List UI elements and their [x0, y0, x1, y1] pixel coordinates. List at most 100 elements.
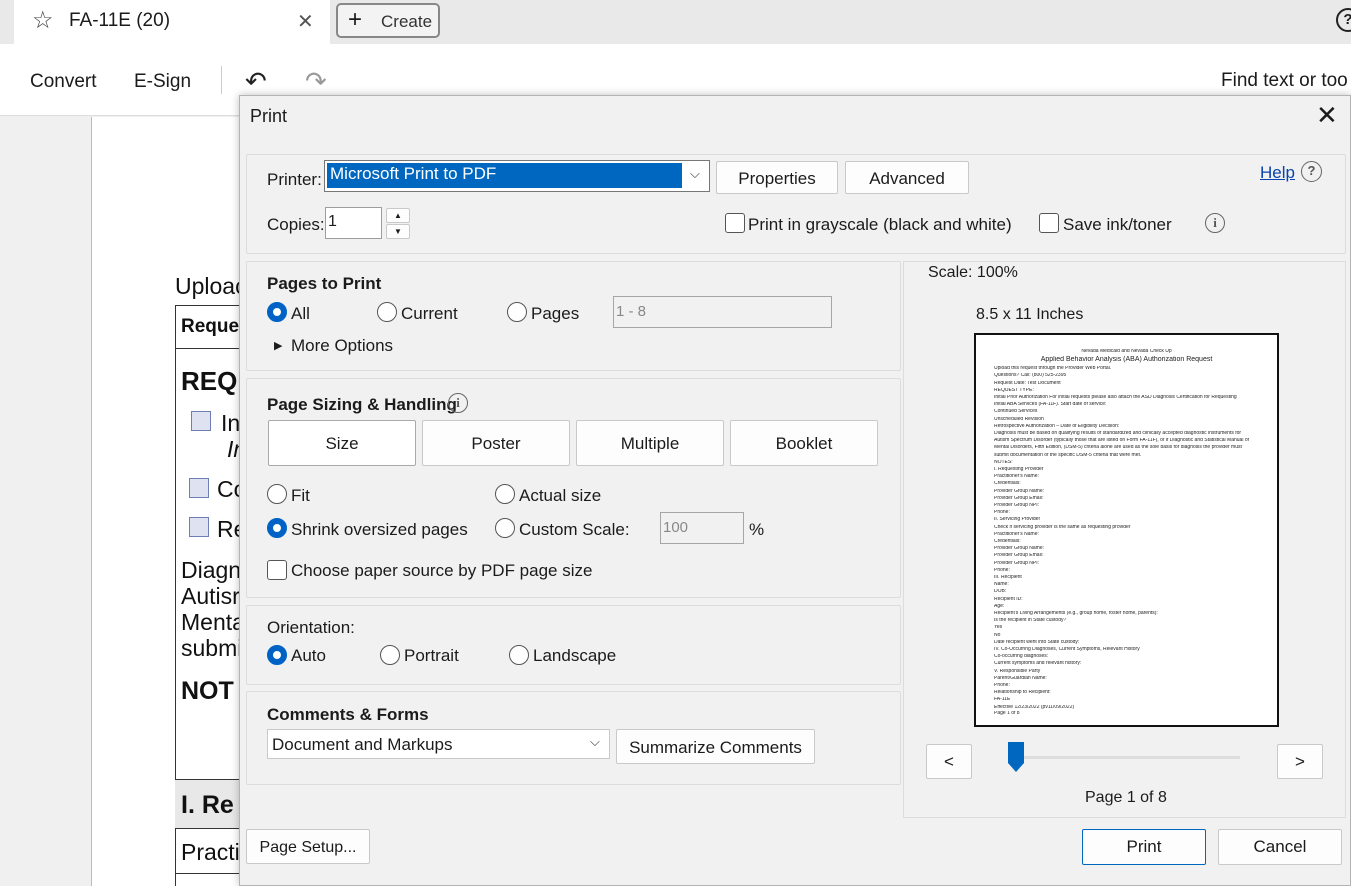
chevron-down-icon: ⌵: [590, 734, 600, 749]
thumbnail-text: Recipient ID:: [994, 596, 1023, 602]
pages-radio[interactable]: [507, 302, 527, 322]
printer-label: Printer:: [267, 170, 322, 189]
sizing-heading: Page Sizing & Handling: [267, 395, 457, 414]
page-range-input[interactable]: 1 - 8: [613, 296, 832, 328]
thumbnail-text: DOB:: [994, 589, 1007, 595]
custom-scale-input[interactable]: 100: [660, 512, 744, 544]
percent-label: %: [749, 520, 765, 539]
esign-button[interactable]: E-Sign: [134, 71, 191, 93]
doc-checkbox: [189, 517, 209, 537]
thumbnail-text: Recipient's Living Arrangements (e.g., g…: [994, 611, 1158, 616]
thumbnail-text: submit documentation of the specific DSM…: [994, 452, 1142, 458]
doc-text: In: [221, 410, 239, 436]
thumbnail-text: Retrospective Authorization – Date of El…: [994, 423, 1120, 429]
previous-page-button[interactable]: <: [926, 744, 972, 779]
fit-radio[interactable]: [267, 484, 287, 504]
thumbnail-text: NOTES:: [994, 459, 1013, 465]
thumbnail-text: Practitioner's Name:: [994, 531, 1039, 537]
paper-source-label: Choose paper source by PDF page size: [291, 561, 593, 580]
doc-text: Uploac: [175, 273, 239, 299]
thumbnail-text: II. Servicing Provider: [994, 517, 1041, 523]
star-icon[interactable]: ☆: [32, 8, 54, 34]
booklet-button[interactable]: Booklet: [730, 420, 878, 466]
comments-heading: Comments & Forms: [267, 705, 429, 724]
doc-text: Diagn: [181, 557, 239, 583]
multiple-button[interactable]: Multiple: [576, 420, 724, 466]
find-text-input[interactable]: Find text or too: [1221, 70, 1348, 92]
thumbnail-text: Current symptoms and relevant history:: [994, 661, 1082, 667]
document-tab[interactable]: ☆ FA-11E (20) ✕: [14, 0, 330, 44]
copies-down-button[interactable]: ▼: [386, 224, 410, 239]
thumbnail-text: Upload this request through the Provider…: [994, 366, 1112, 372]
summarize-comments-button[interactable]: Summarize Comments: [616, 729, 815, 764]
expand-triangle-icon[interactable]: ▶: [274, 339, 282, 352]
auto-label: Auto: [291, 646, 326, 665]
page-slider-track[interactable]: [1008, 756, 1240, 759]
orientation-panel: [246, 605, 901, 685]
custom-scale-radio[interactable]: [495, 518, 515, 538]
doc-checkbox: [191, 411, 211, 431]
shrink-radio[interactable]: [267, 518, 287, 538]
doc-rule: [175, 873, 239, 874]
page-setup-button[interactable]: Page Setup...: [246, 829, 370, 864]
doc-text: Co: [217, 476, 239, 502]
doc-text: Re: [217, 516, 239, 542]
doc-text: REQ: [181, 366, 238, 396]
more-options-toggle[interactable]: More Options: [291, 336, 393, 356]
comments-select[interactable]: Document and Markups: [267, 729, 610, 759]
save-ink-label: Save ink/toner: [1063, 215, 1172, 234]
grayscale-checkbox[interactable]: [725, 213, 745, 233]
thumbnail-text: Phone:: [994, 683, 1010, 688]
poster-button[interactable]: Poster: [422, 420, 570, 466]
save-ink-checkbox[interactable]: [1039, 213, 1059, 233]
help-circle-icon[interactable]: ?: [1301, 161, 1322, 182]
fit-label: Fit: [291, 486, 310, 505]
thumbnail-text: Practitioner's Name:: [994, 474, 1039, 480]
thumbnail-text: Nevada Medicaid and Nevada Check Up: [1081, 349, 1172, 354]
chevron-down-icon: ⌵: [690, 166, 700, 181]
thumbnail-text: Yes: [994, 625, 1003, 631]
close-tab-icon[interactable]: ✕: [297, 9, 314, 34]
next-page-button[interactable]: >: [1277, 744, 1323, 779]
sizing-info-icon[interactable]: i: [448, 393, 468, 413]
paper-source-checkbox[interactable]: [267, 560, 287, 580]
properties-button[interactable]: Properties: [716, 161, 838, 194]
thumbnail-text: Continued Services: [994, 409, 1038, 415]
doc-text: In: [227, 436, 239, 462]
doc-text: I. Re: [181, 791, 234, 819]
landscape-radio[interactable]: [509, 645, 529, 665]
thumbnail-text: Unscheduled Revision: [994, 416, 1044, 422]
paper-size-label: 8.5 x 11 Inches: [976, 306, 1084, 323]
copies-input[interactable]: 1: [325, 207, 382, 239]
thumbnail-text: Effective 12/23/2022 (pv11/09/2022): [994, 704, 1075, 710]
convert-button[interactable]: Convert: [30, 71, 97, 93]
thumbnail-text: V. Responsible Party: [994, 668, 1041, 674]
create-button[interactable]: + Create: [336, 3, 440, 38]
orientation-label: Orientation:: [267, 618, 355, 637]
all-radio[interactable]: [267, 302, 287, 322]
print-button[interactable]: Print: [1082, 829, 1206, 865]
thumbnail-text: REQUEST TYPE:: [994, 387, 1034, 393]
close-icon[interactable]: ✕: [1316, 101, 1338, 129]
copies-up-button[interactable]: ▲: [386, 208, 410, 223]
page-indicator: Page 1 of 8: [1085, 789, 1167, 806]
auto-radio[interactable]: [267, 645, 287, 665]
thumbnail-text: Provider Group Email:: [994, 495, 1044, 501]
thumbnail-text: Is the recipient in State custody?: [994, 618, 1067, 624]
thumbnail-text: Page 1 of 8: [994, 711, 1020, 716]
undo-icon[interactable]: ↶: [245, 66, 267, 97]
redo-icon[interactable]: ↷: [305, 66, 327, 97]
thumbnail-text: Relationship to Recipient:: [994, 690, 1051, 696]
actual-size-radio[interactable]: [495, 484, 515, 504]
cancel-button[interactable]: Cancel: [1218, 829, 1342, 865]
portrait-radio[interactable]: [380, 645, 400, 665]
info-icon[interactable]: i: [1205, 213, 1225, 233]
thumbnail-text: Autism Spectrum Disorder (typically thos…: [994, 438, 1250, 444]
help-link[interactable]: Help: [1260, 163, 1295, 183]
advanced-button[interactable]: Advanced: [845, 161, 969, 194]
doc-checkbox: [189, 478, 209, 498]
size-button[interactable]: Size: [268, 420, 416, 466]
doc-text: submi: [181, 635, 239, 661]
thumbnail-text: Provider Group Name:: [994, 546, 1045, 552]
current-radio[interactable]: [377, 302, 397, 322]
